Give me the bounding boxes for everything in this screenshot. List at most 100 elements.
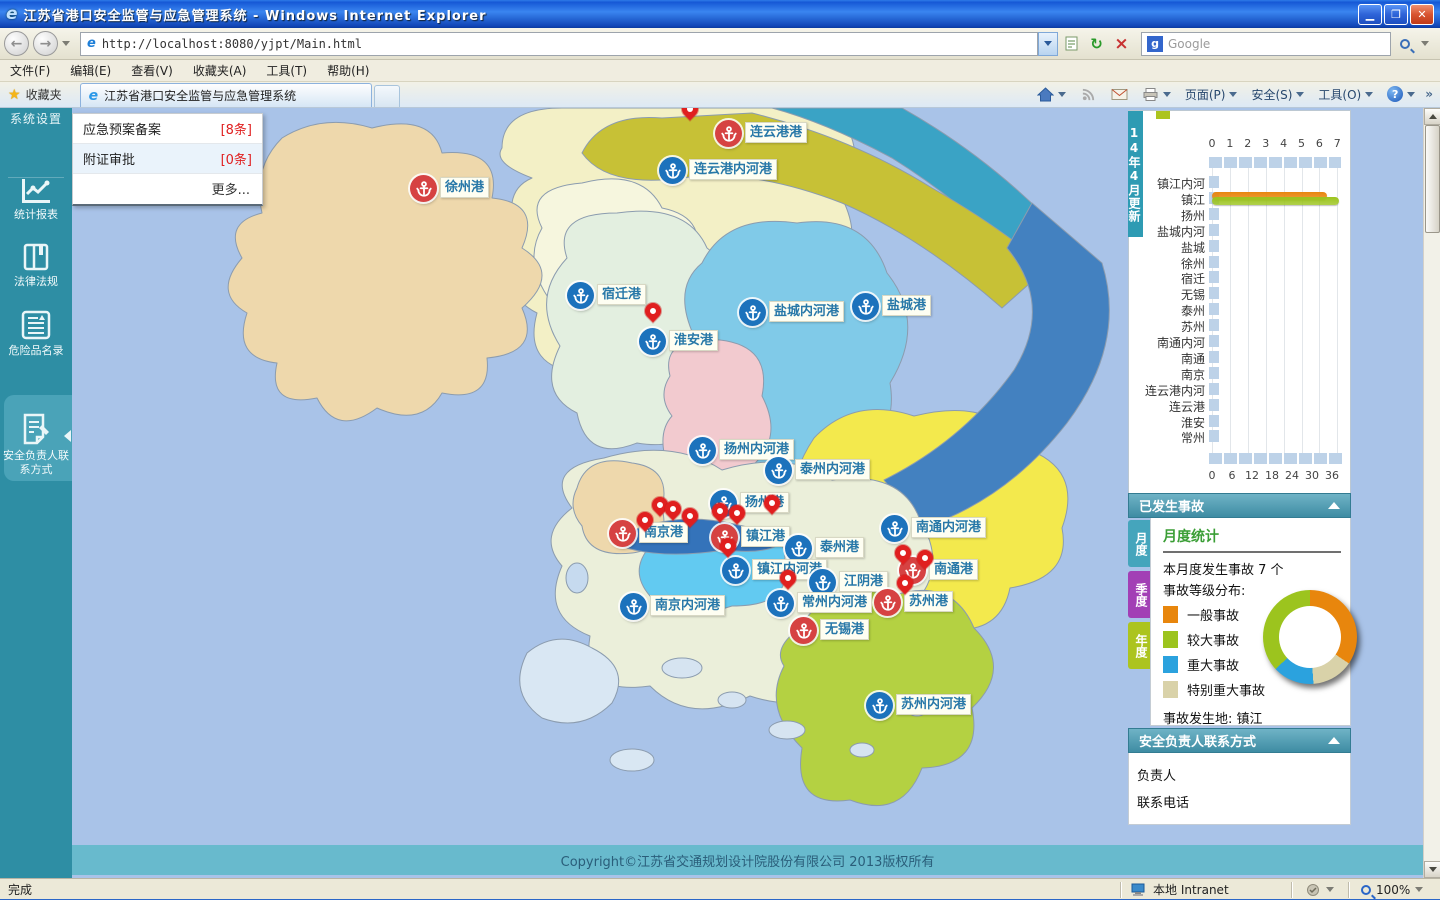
port-label[interactable]: 苏州港 <box>904 591 954 612</box>
back-button[interactable]: ← <box>4 31 29 56</box>
port-label[interactable]: 泰州港 <box>815 537 865 558</box>
read-mail-button[interactable] <box>1104 83 1135 105</box>
port-label[interactable]: 南通内河港 <box>911 517 987 538</box>
restore-button[interactable]: ❐ <box>1384 3 1408 25</box>
port-label[interactable]: 南通港 <box>929 559 979 580</box>
port-marker-red[interactable] <box>874 589 901 616</box>
port-label[interactable]: 盐城港 <box>882 295 932 316</box>
sidebar-item-statistics-reports[interactable]: 统计报表 <box>0 178 72 222</box>
port-label[interactable]: 无锡港 <box>820 619 870 640</box>
scroll-down-button[interactable] <box>1424 861 1440 878</box>
search-placeholder[interactable]: Google <box>1168 37 1210 51</box>
port-label[interactable]: 南京内河港 <box>650 595 726 616</box>
zoom-control[interactable]: 100% <box>1349 883 1424 897</box>
feeds-button[interactable] <box>1073 83 1104 105</box>
address-dropdown-button[interactable] <box>1038 31 1058 56</box>
port-marker-red[interactable] <box>715 120 742 147</box>
close-button[interactable]: ✕ <box>1410 3 1434 25</box>
protected-mode-button[interactable] <box>1292 883 1348 897</box>
menu-item-2[interactable]: 查看(V) <box>121 60 183 81</box>
accident-tab-2[interactable]: 年度 <box>1128 622 1150 669</box>
popup-row-label[interactable]: 应急预案备案 <box>83 119 161 138</box>
port-label[interactable]: 泰州内河港 <box>795 459 871 480</box>
port-marker-blue[interactable] <box>722 557 749 584</box>
popup-row-label[interactable]: 附证审批 <box>83 149 135 168</box>
sidebar-item-system-settings[interactable]: 系统设置 <box>0 108 72 127</box>
help-menu[interactable]: ? <box>1380 83 1422 105</box>
port-marker-red[interactable] <box>790 617 817 644</box>
forward-button[interactable]: → <box>33 31 58 56</box>
port-marker-blue[interactable] <box>765 457 792 484</box>
port-label[interactable]: 盐城内河港 <box>769 301 845 322</box>
history-dropdown-icon[interactable] <box>62 41 70 46</box>
ie-logo-icon: e <box>6 4 18 24</box>
sidebar-item-laws-regulations[interactable]: 法律法规 <box>0 243 72 289</box>
port-label[interactable]: 常州内河港 <box>797 592 873 613</box>
stop-button[interactable]: × <box>1110 32 1133 56</box>
popup-more-link[interactable]: 更多... <box>73 174 262 204</box>
port-marker-blue[interactable] <box>620 593 647 620</box>
port-marker-red[interactable] <box>609 520 636 547</box>
accident-panel-header[interactable]: 已发生事故 <box>1128 493 1351 518</box>
sidebar-item-safety-contact[interactable]: 安全负责人联系方式 <box>0 413 72 477</box>
port-marker-blue[interactable] <box>767 590 794 617</box>
port-marker-blue[interactable] <box>739 299 766 326</box>
menu-item-1[interactable]: 编辑(E) <box>60 60 121 81</box>
collapse-icon[interactable] <box>1328 502 1340 509</box>
tab-title[interactable]: 江苏省港口安全监管与应急管理系统 <box>104 87 296 104</box>
port-marker-blue[interactable] <box>785 535 812 562</box>
safety-menu[interactable]: 安全(S) <box>1244 83 1311 105</box>
chart-category-stub <box>1209 287 1219 300</box>
port-label[interactable]: 镇江港 <box>741 526 791 547</box>
chart-category-stub <box>1209 207 1219 220</box>
address-bar[interactable]: e http://localhost:8080/yjpt/Main.html <box>80 31 1038 56</box>
favorites-button[interactable]: ★ 收藏夹 <box>0 83 72 107</box>
vertical-scrollbar[interactable] <box>1423 108 1440 878</box>
popup-row-0[interactable]: 应急预案备案 [8条] <box>73 114 262 144</box>
port-marker-blue[interactable] <box>866 692 893 719</box>
port-label[interactable]: 宿迁港 <box>597 284 647 305</box>
accident-tab-1[interactable]: 季度 <box>1128 571 1150 618</box>
search-box[interactable]: g Google <box>1141 31 1391 56</box>
scrollbar-thumb[interactable] <box>1425 125 1440 233</box>
browser-tab[interactable]: e 江苏省港口安全监管与应急管理系统 <box>79 83 372 107</box>
port-label[interactable]: 连云港港 <box>745 122 808 143</box>
minimize-button[interactable]: ▁ <box>1358 3 1382 25</box>
port-marker-blue[interactable] <box>852 293 879 320</box>
toolbar-overflow-chevron[interactable]: » <box>1422 87 1436 101</box>
chart-category-label: 连云港内河 <box>1144 383 1205 398</box>
collapse-icon[interactable] <box>1328 737 1340 744</box>
port-label[interactable]: 连云港内河港 <box>689 159 778 180</box>
menu-item-5[interactable]: 帮助(H) <box>317 60 379 81</box>
port-marker-blue[interactable] <box>639 328 666 355</box>
sidebar-collapse-arrow-icon[interactable] <box>64 430 71 442</box>
port-marker-blue[interactable] <box>567 282 594 309</box>
refresh-button[interactable]: ↻ <box>1085 32 1108 56</box>
search-button[interactable] <box>1393 32 1416 56</box>
port-label[interactable]: 淮安港 <box>669 330 719 351</box>
port-marker-blue[interactable] <box>881 515 908 542</box>
sidebar-item-dangerous-goods-list[interactable]: 危险品名录 <box>0 310 72 358</box>
menu-item-3[interactable]: 收藏夹(A) <box>183 60 257 81</box>
favorites-label[interactable]: 收藏夹 <box>26 86 62 103</box>
tools-menu[interactable]: 工具(O) <box>1311 83 1380 105</box>
port-marker-red[interactable] <box>410 175 437 202</box>
search-options-dropdown[interactable] <box>1418 32 1432 56</box>
menu-item-0[interactable]: 文件(F) <box>0 60 60 81</box>
home-button[interactable] <box>1030 83 1073 105</box>
port-label[interactable]: 江阴港 <box>839 571 889 592</box>
contact-panel-header[interactable]: 安全负责人联系方式 <box>1128 728 1351 753</box>
accident-tab-0[interactable]: 月度 <box>1128 520 1150 567</box>
port-marker-blue[interactable] <box>689 437 716 464</box>
popup-row-1[interactable]: 附证审批 [0条] <box>73 144 262 174</box>
address-url[interactable]: http://localhost:8080/yjpt/Main.html <box>102 37 362 51</box>
scroll-up-button[interactable] <box>1424 108 1440 125</box>
port-label[interactable]: 徐州港 <box>440 177 490 198</box>
compatibility-view-button[interactable] <box>1060 32 1083 56</box>
port-marker-blue[interactable] <box>659 157 686 184</box>
new-tab-stub[interactable] <box>373 85 400 107</box>
print-button[interactable] <box>1135 83 1178 105</box>
page-menu[interactable]: 页面(P) <box>1178 83 1245 105</box>
menu-item-4[interactable]: 工具(T) <box>256 60 317 81</box>
port-label[interactable]: 苏州内河港 <box>896 694 972 715</box>
